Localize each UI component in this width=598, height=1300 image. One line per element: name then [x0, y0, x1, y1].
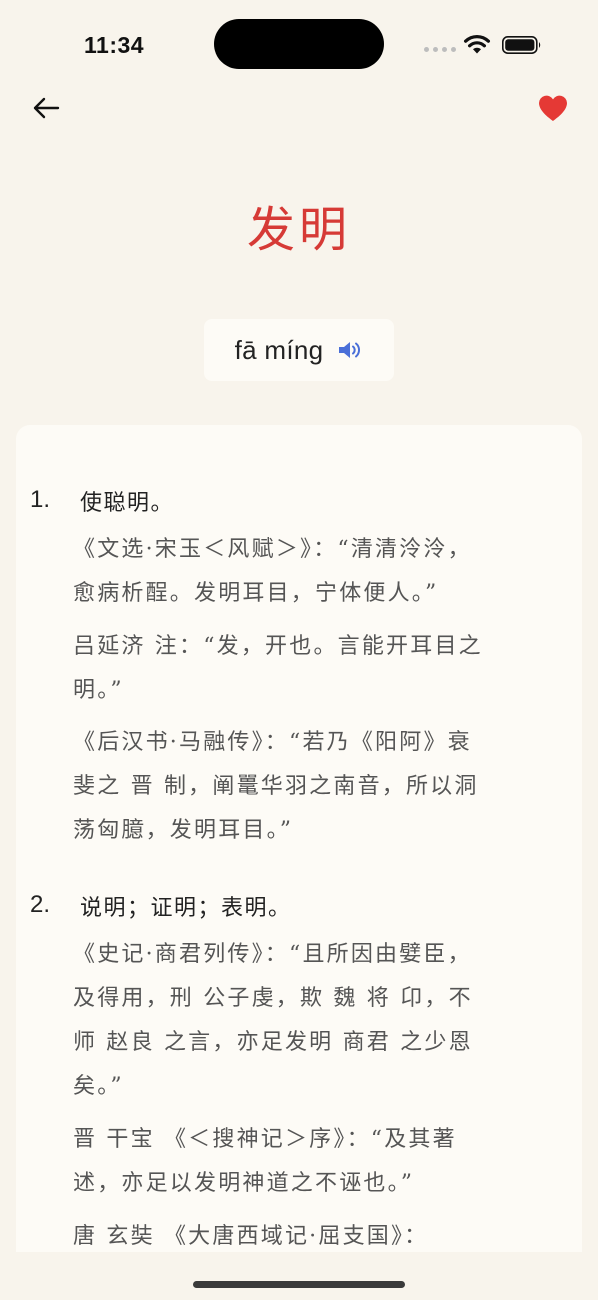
heart-icon — [539, 95, 567, 121]
status-time: 11:34 — [84, 32, 145, 58]
definitions-card: 1. 使聪明。 《文选·宋玉＜风赋＞》：“清清泠泠， 愈病析酲。发明耳目，宁体便… — [16, 425, 582, 1300]
sense-number: 1. — [30, 486, 51, 513]
favorite-button[interactable] — [533, 90, 573, 126]
example-quote: 《史记·商君列传》：“且所因由嬖臣， 及得用，刑 公子虔，欺 魏 将 卬，不 师… — [73, 942, 473, 1099]
cellular-signal-icon — [424, 47, 456, 52]
example-quote: 吕延济 注：“发，开也。言能开耳目之 明。” — [73, 634, 483, 703]
dynamic-island — [214, 19, 384, 69]
pinyin-text: fā míng — [234, 334, 324, 365]
status-bar: 11:34 — [0, 0, 598, 80]
sense-definition: 说明；证明；表明。 — [80, 896, 292, 921]
word-detail-screen: 11:34 发明 fā míng 1. 使聪明。 《文选·宋玉＜风赋＞》：“清清… — [0, 0, 598, 1300]
sense-definition: 使聪明。 — [80, 491, 175, 516]
wifi-icon — [464, 34, 490, 54]
example-quote: 晋 干宝 《＜搜神记＞序》：“及其著 述，亦足以发明神道之不诬也。” — [73, 1127, 457, 1196]
home-indicator[interactable] — [193, 1281, 405, 1288]
speaker-icon — [339, 342, 361, 358]
example-quote: 《后汉书·马融传》：“若乃《阳阿》衰 斐之 晋 制，阐鼍华羽之南音，所以洞 荡匈… — [73, 730, 479, 843]
pinyin-audio-button[interactable]: fā míng — [204, 319, 394, 381]
bottom-safe-area — [0, 1252, 598, 1300]
headword: 发明 — [246, 202, 351, 258]
example-quote: 《文选·宋玉＜风赋＞》：“清清泠泠， 愈病析酲。发明耳目，宁体便人。” — [73, 537, 472, 606]
back-button[interactable] — [26, 90, 66, 126]
arrow-left-icon — [33, 97, 60, 119]
battery-icon — [502, 36, 541, 54]
sense-number: 2. — [30, 891, 51, 918]
